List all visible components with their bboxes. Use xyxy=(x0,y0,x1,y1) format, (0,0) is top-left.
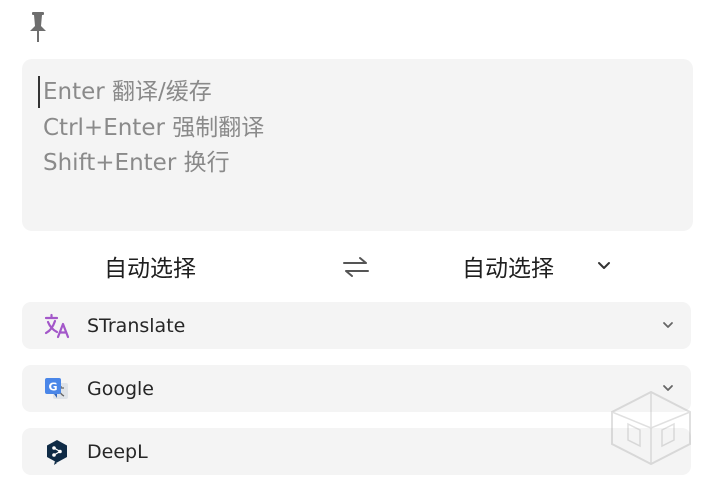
source-language-select[interactable]: 自动选择 xyxy=(104,248,196,284)
service-name-deepl: DeepL xyxy=(87,440,148,463)
chevron-down-icon xyxy=(663,322,673,328)
service-google[interactable]: G Google xyxy=(22,365,691,412)
swap-languages-button[interactable] xyxy=(340,252,372,282)
source-text-input[interactable] xyxy=(22,59,693,231)
stranslate-icon xyxy=(44,313,70,339)
google-translate-icon: G xyxy=(44,376,70,402)
service-name-google: Google xyxy=(87,377,155,400)
service-name-stranslate: STranslate xyxy=(87,314,186,337)
source-language-label: 自动选择 xyxy=(104,256,196,282)
service-stranslate[interactable]: STranslate xyxy=(22,302,691,349)
service-deepl[interactable]: DeepL xyxy=(22,428,691,475)
text-caret xyxy=(38,76,40,108)
target-language-select[interactable]: 自动选择 xyxy=(462,248,554,284)
pin-button[interactable] xyxy=(24,10,52,44)
source-text-area[interactable] xyxy=(22,59,693,231)
swap-arrows-icon xyxy=(343,257,369,277)
expand-stranslate-button[interactable] xyxy=(659,316,677,334)
watermark-logo xyxy=(611,390,691,466)
translator-window: 自动选择 自动选择 STranslate xyxy=(0,0,713,494)
svg-text:G: G xyxy=(48,381,57,394)
language-selector-row: 自动选择 自动选择 xyxy=(22,238,693,296)
deepl-icon xyxy=(44,439,70,465)
chevron-down-icon xyxy=(598,262,610,269)
target-language-dropdown[interactable] xyxy=(594,255,614,277)
pin-icon xyxy=(30,12,46,42)
target-language-label: 自动选择 xyxy=(462,256,554,282)
